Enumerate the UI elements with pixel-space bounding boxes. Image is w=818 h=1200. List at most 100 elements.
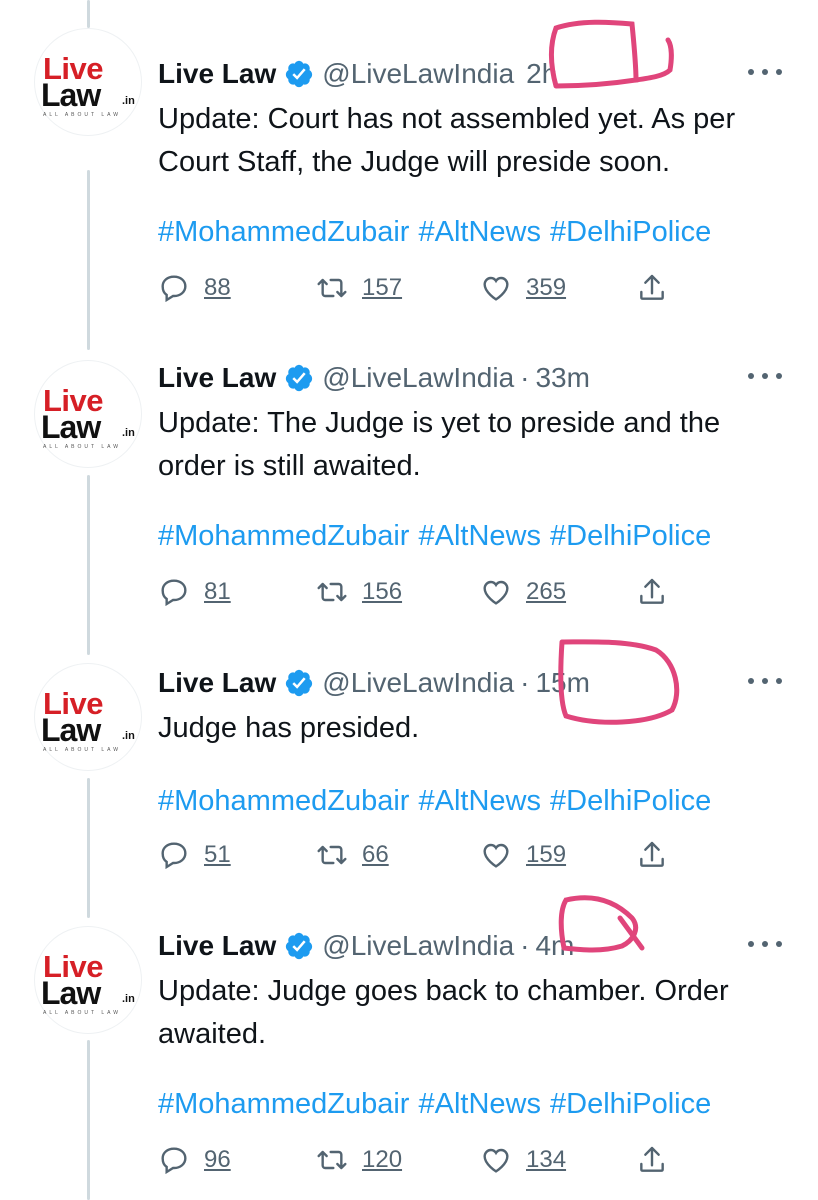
tweet[interactable]: Live Law .in ALL ABOUT LAW Live Law @Liv… <box>0 28 818 316</box>
hashtags[interactable]: #MohammedZubair #AltNews #DelhiPolice <box>158 785 711 818</box>
retweet-icon <box>317 845 347 865</box>
verified-badge-icon <box>286 60 313 88</box>
share-upload-icon <box>640 578 664 604</box>
logo-tagline: ALL ABOUT LAW <box>43 747 121 753</box>
action-bar: 96 120 134 <box>158 1140 698 1180</box>
share-button[interactable] <box>636 1140 668 1180</box>
share-button[interactable] <box>636 835 668 875</box>
logo-in-text: .in <box>122 730 135 742</box>
share-button[interactable] <box>636 268 668 308</box>
retweet-count[interactable]: 120 <box>362 1146 402 1174</box>
more-dots-icon[interactable] <box>748 66 782 78</box>
tweet[interactable]: Live Law .in ALL ABOUT LAW Live Law @Liv… <box>0 350 818 620</box>
tweet-header: Live Law @LiveLawIndia · 15m <box>158 663 590 703</box>
tweet-text: Update: Court has not assembled yet. As … <box>158 103 736 178</box>
logo-tagline: ALL ABOUT LAW <box>43 444 121 450</box>
timestamp[interactable]: 4m <box>535 930 574 962</box>
author-handle[interactable]: @LiveLawIndia <box>322 58 514 90</box>
logo-in-text: .in <box>122 993 135 1005</box>
tweet-text: Update: The Judge is yet to preside and … <box>158 407 721 482</box>
reply-button[interactable]: 96 <box>158 1140 231 1180</box>
retweet-icon <box>317 278 347 298</box>
share-button[interactable] <box>636 572 668 612</box>
retweet-button[interactable]: 120 <box>316 1140 402 1180</box>
hashtags[interactable]: #MohammedZubair #AltNews #DelhiPolice <box>158 1088 711 1121</box>
action-bar: 88 157 359 <box>158 268 698 308</box>
tweet-text: Update: Judge goes back to chamber. Orde… <box>158 975 729 1050</box>
heart-icon <box>483 276 509 301</box>
like-button[interactable]: 159 <box>480 835 566 875</box>
share-upload-icon <box>640 274 664 300</box>
author-handle[interactable]: @LiveLawIndia <box>322 667 514 699</box>
verified-badge-icon <box>286 669 313 697</box>
action-bar: 51 66 159 <box>158 835 698 875</box>
separator-dot: · <box>520 930 530 961</box>
separator-dot: · <box>520 362 530 393</box>
action-bar: 81 156 265 <box>158 572 698 612</box>
share-upload-icon <box>640 1146 664 1172</box>
heart-icon <box>483 580 509 605</box>
like-count[interactable]: 265 <box>526 578 566 606</box>
reply-bubble-icon <box>161 275 187 303</box>
heart-icon <box>483 1148 509 1173</box>
separator-dot: · <box>520 667 530 698</box>
hashtags[interactable]: #MohammedZubair #AltNews #DelhiPolice <box>158 216 711 249</box>
like-count[interactable]: 134 <box>526 1146 566 1174</box>
reply-count[interactable]: 51 <box>204 841 231 869</box>
verified-badge-icon <box>286 364 313 392</box>
more-dots-icon[interactable] <box>748 675 782 687</box>
timestamp[interactable]: 2h <box>526 58 557 90</box>
retweet-count[interactable]: 66 <box>362 841 389 869</box>
avatar[interactable]: Live Law .in ALL ABOUT LAW <box>34 663 142 771</box>
retweet-count[interactable]: 157 <box>362 274 402 302</box>
timestamp[interactable]: 33m <box>535 362 589 394</box>
reply-button[interactable]: 81 <box>158 572 231 612</box>
logo-law-text: Law <box>41 712 101 748</box>
tweet[interactable]: Live Law .in ALL ABOUT LAW Live Law @Liv… <box>0 655 818 895</box>
reply-count[interactable]: 96 <box>204 1146 231 1174</box>
retweet-icon <box>317 1150 347 1170</box>
reply-button[interactable]: 51 <box>158 835 231 875</box>
retweet-button[interactable]: 66 <box>316 835 389 875</box>
author-name[interactable]: Live Law <box>158 930 276 962</box>
retweet-button[interactable]: 156 <box>316 572 402 612</box>
author-name[interactable]: Live Law <box>158 667 276 699</box>
logo-tagline: ALL ABOUT LAW <box>43 1010 121 1016</box>
reply-bubble-icon <box>161 1147 187 1175</box>
more-dots-icon[interactable] <box>748 370 782 382</box>
tweet-header: Live Law @LiveLawIndia · 4m <box>158 926 574 966</box>
logo-in-text: .in <box>122 95 135 107</box>
tweet-text: Judge has presided. <box>158 712 420 744</box>
retweet-icon <box>317 582 347 602</box>
reply-count[interactable]: 81 <box>204 578 231 606</box>
tweet-header: Live Law @LiveLawIndia 2h <box>158 54 557 94</box>
retweet-button[interactable]: 157 <box>316 268 402 308</box>
like-button[interactable]: 265 <box>480 572 566 612</box>
reply-button[interactable]: 88 <box>158 268 231 308</box>
share-upload-icon <box>640 841 664 867</box>
avatar[interactable]: Live Law .in ALL ABOUT LAW <box>34 28 142 136</box>
thread-line-top <box>87 0 90 28</box>
timestamp[interactable]: 15m <box>535 667 589 699</box>
like-count[interactable]: 159 <box>526 841 566 869</box>
verified-badge-icon <box>286 932 313 960</box>
author-handle[interactable]: @LiveLawIndia <box>322 362 514 394</box>
logo-law-text: Law <box>41 409 101 445</box>
retweet-count[interactable]: 156 <box>362 578 402 606</box>
avatar[interactable]: Live Law .in ALL ABOUT LAW <box>34 360 142 468</box>
hashtags[interactable]: #MohammedZubair #AltNews #DelhiPolice <box>158 520 711 553</box>
more-dots-icon[interactable] <box>748 938 782 950</box>
reply-bubble-icon <box>161 579 187 607</box>
like-count[interactable]: 359 <box>526 274 566 302</box>
heart-icon <box>483 843 509 868</box>
author-name[interactable]: Live Law <box>158 58 276 90</box>
author-handle[interactable]: @LiveLawIndia <box>322 930 514 962</box>
logo-in-text: .in <box>122 427 135 439</box>
author-name[interactable]: Live Law <box>158 362 276 394</box>
reply-count[interactable]: 88 <box>204 274 231 302</box>
like-button[interactable]: 359 <box>480 268 566 308</box>
logo-law-text: Law <box>41 77 101 113</box>
like-button[interactable]: 134 <box>480 1140 566 1180</box>
tweet[interactable]: Live Law .in ALL ABOUT LAW Live Law @Liv… <box>0 918 818 1198</box>
avatar[interactable]: Live Law .in ALL ABOUT LAW <box>34 926 142 1034</box>
